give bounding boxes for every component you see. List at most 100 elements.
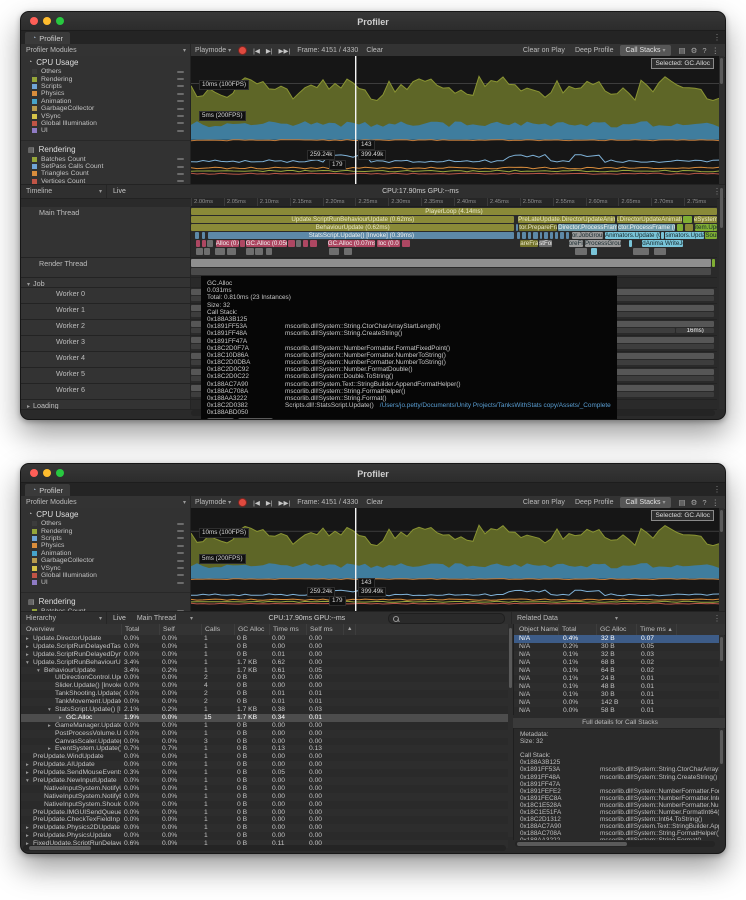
timeline-sample[interactable]: SoundingI bbox=[705, 232, 717, 239]
legend-item[interactable]: GarbageCollector bbox=[21, 105, 190, 112]
legend-item[interactable]: Batches Count bbox=[21, 156, 190, 163]
timeline-sample[interactable] bbox=[196, 240, 200, 247]
help-icon[interactable]: ? bbox=[702, 498, 706, 507]
hierarchy-row[interactable]: TankShooting.Update() [0.0%0.0%20 B0.010… bbox=[21, 690, 508, 698]
save-icon[interactable]: ▤ bbox=[679, 498, 686, 507]
track-lane[interactable] bbox=[191, 258, 717, 277]
hierarchy-row[interactable]: PreUpdate.WindUpdate0.0%0.0%10 B0.000.00 bbox=[21, 753, 508, 761]
timeline-sample[interactable]: PreLateUpdate.DirectorUpdateAnimationBeg… bbox=[518, 216, 615, 223]
track-label-render-thread[interactable]: Render Thread bbox=[21, 258, 191, 277]
rendering-chart[interactable]: 143 259.24k 399.49k 179 bbox=[191, 146, 719, 184]
track-label-worker-5[interactable]: Worker 5 bbox=[21, 368, 191, 383]
hierarchy-row[interactable]: TankMovement.Update(0.0%0.0%20 B0.010.01 bbox=[21, 698, 508, 706]
rendering-module-header[interactable]: ▤ Rendering bbox=[21, 144, 190, 156]
next-frame-button[interactable]: ▶| bbox=[263, 499, 276, 507]
legend-item[interactable]: Global Illumination bbox=[21, 572, 190, 579]
legend-toggle[interactable] bbox=[177, 545, 184, 547]
legend-item[interactable]: SetPass Calls Count bbox=[21, 163, 190, 170]
legend-toggle[interactable] bbox=[177, 180, 184, 182]
related-data-row[interactable]: N/A0.1%24 B0.01 bbox=[514, 675, 723, 683]
hierarchy-row[interactable]: UIDirectionControl.Updat0.0%0.0%20 B0.00… bbox=[21, 674, 508, 682]
row-expander-icon[interactable]: ▾ bbox=[26, 660, 33, 667]
call-stacks-dropdown[interactable]: Call Stacks ▾ bbox=[620, 497, 670, 508]
tab-menu-icon[interactable]: ⋮ bbox=[713, 484, 721, 496]
track-expander-icon[interactable]: ▸ bbox=[27, 404, 30, 409]
track-label-worker-3[interactable]: Worker 3 bbox=[21, 336, 191, 351]
legend-item[interactable]: Others bbox=[21, 520, 190, 527]
timeline-sample[interactable] bbox=[202, 240, 206, 247]
current-frame-button[interactable]: ▶▶| bbox=[276, 499, 294, 507]
column-header[interactable]: Object Name bbox=[514, 624, 558, 635]
tab-profiler[interactable]: ◔ Profiler bbox=[25, 32, 70, 44]
related-vertical-scrollbar[interactable] bbox=[719, 635, 724, 715]
prev-frame-button[interactable]: |◀ bbox=[250, 499, 263, 507]
timeline-sample[interactable] bbox=[685, 224, 692, 231]
hierarchy-row[interactable]: ▸PreUpdate.PhysicsUpdate0.0%0.0%10 B0.00… bbox=[21, 832, 508, 840]
related-data-row[interactable]: N/A0.0%58 B0.01 bbox=[514, 707, 723, 715]
timeline-sample[interactable] bbox=[296, 240, 301, 247]
section-menu-icon[interactable]: ⋮ bbox=[709, 614, 725, 623]
sort-indicator-icon[interactable]: ▲ bbox=[343, 624, 355, 635]
callstack-vertical-scrollbar[interactable] bbox=[719, 728, 724, 840]
legend-toggle[interactable] bbox=[177, 537, 184, 539]
timeline-sample[interactable] bbox=[215, 248, 224, 255]
related-data-row[interactable]: N/A0.0%142 B0.01 bbox=[514, 699, 723, 707]
menu-kebab-icon[interactable]: ⋮ bbox=[712, 46, 720, 55]
legend-toggle[interactable] bbox=[177, 173, 184, 175]
row-expander-icon[interactable]: ▸ bbox=[48, 723, 55, 730]
hierarchy-row[interactable]: ▾BehaviourUpdate3.4%0.2%11.7 KB0.610.05 bbox=[21, 667, 508, 675]
hierarchy-row[interactable]: ▸EventSystem.Update() [In0.7%0.7%10 B0.1… bbox=[21, 745, 508, 753]
hierarchy-row[interactable]: ▾Update.ScriptRunBehaviourU3.4%0.0%11.7 … bbox=[21, 659, 508, 667]
related-data-row[interactable]: N/A0.1%68 B0.02 bbox=[514, 659, 723, 667]
titlebar[interactable]: Profiler bbox=[21, 12, 725, 31]
timeline-sample[interactable] bbox=[533, 232, 538, 239]
track-label-main-thread[interactable]: Main Thread bbox=[21, 207, 191, 257]
timeline-sample[interactable] bbox=[544, 232, 548, 239]
timeline-sample[interactable] bbox=[555, 232, 558, 239]
timeline-sample[interactable]: Alloc (0.03 bbox=[216, 240, 239, 247]
timeline-sample[interactable] bbox=[550, 232, 553, 239]
timeline-sample[interactable] bbox=[528, 232, 531, 239]
timeline-sample[interactable] bbox=[310, 240, 317, 247]
row-expander-icon[interactable]: ▸ bbox=[26, 770, 33, 777]
track-label-worker-4[interactable]: Worker 4 bbox=[21, 352, 191, 367]
legend-item[interactable]: Animation bbox=[21, 98, 190, 105]
column-header[interactable]: GC Alloc bbox=[234, 624, 269, 635]
timeline-sample[interactable]: item.Updat bbox=[695, 224, 717, 231]
legend-item[interactable]: Physics bbox=[21, 542, 190, 549]
row-expander-icon[interactable]: ▾ bbox=[26, 778, 33, 785]
timeline-sample[interactable]: simators.Update (0.07m bbox=[665, 232, 703, 239]
legend-item[interactable]: UI bbox=[21, 127, 190, 134]
cpu-usage-chart[interactable]: 10ms (100FPS) 5ms (200FPS) bbox=[191, 508, 719, 584]
related-data-row[interactable]: N/A0.1%32 B0.03 bbox=[514, 651, 723, 659]
legend-item[interactable]: GarbageCollector bbox=[21, 557, 190, 564]
legend-item[interactable]: Physics bbox=[21, 90, 190, 97]
cpu-usage-module-header[interactable]: ◔ CPU Usage bbox=[21, 508, 190, 520]
timeline-sample[interactable] bbox=[591, 248, 597, 255]
timeline-sample[interactable] bbox=[195, 232, 199, 239]
timeline-view-dropdown[interactable]: Timeline ▾ bbox=[21, 185, 107, 198]
timeline-sample[interactable] bbox=[266, 248, 272, 255]
row-expander-icon[interactable]: ▸ bbox=[59, 715, 66, 722]
timeline-sample[interactable] bbox=[227, 248, 236, 255]
timeline-sample[interactable]: tor.PrepareFrame (0.( bbox=[519, 224, 557, 231]
legend-toggle[interactable] bbox=[177, 158, 184, 160]
timeline-sample[interactable] bbox=[566, 232, 569, 239]
save-icon[interactable]: ▤ bbox=[679, 46, 686, 55]
close-button[interactable] bbox=[30, 17, 38, 25]
timeline-sample[interactable] bbox=[654, 248, 667, 255]
timeline-sample[interactable] bbox=[191, 259, 711, 267]
timeline-sample[interactable] bbox=[240, 240, 244, 247]
timeline-sample[interactable] bbox=[303, 240, 308, 247]
legend-item[interactable]: Scripts bbox=[21, 535, 190, 542]
related-data-row[interactable]: N/A0.2%30 B0.05 bbox=[514, 643, 723, 651]
hierarchy-row[interactable]: PreUpdate.IMGUISendQueue0.0%0.0%10 B0.00… bbox=[21, 809, 508, 817]
minimize-button[interactable] bbox=[43, 469, 51, 477]
timeline-sample[interactable] bbox=[633, 248, 649, 255]
legend-toggle[interactable] bbox=[177, 115, 184, 117]
hierarchy-horizontal-scrollbar[interactable] bbox=[23, 845, 506, 851]
row-expander-icon[interactable]: ▸ bbox=[26, 833, 33, 840]
timeline-sample[interactable]: i.DirectorUpdateAnimatio bbox=[617, 216, 682, 223]
track-label-worker-1[interactable]: Worker 1 bbox=[21, 304, 191, 319]
column-header[interactable]: Self bbox=[159, 624, 201, 635]
